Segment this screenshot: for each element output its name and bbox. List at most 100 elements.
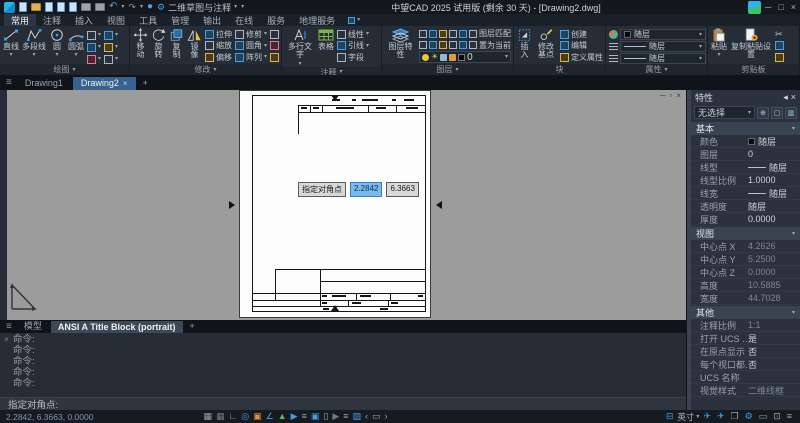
ribbon-tab-视图[interactable]: 视图: [100, 14, 132, 26]
scale-tool[interactable]: 缩放: [205, 41, 232, 51]
draw-section-label[interactable]: 绘图▾: [0, 64, 129, 75]
ribbon-display-toggle[interactable]: ▾: [342, 14, 360, 26]
pin-icon[interactable]: ◂: [783, 92, 788, 103]
fillet-tool[interactable]: 圆角▾: [235, 41, 267, 51]
property-row[interactable]: 宽度44.7028: [691, 292, 800, 305]
save-as-icon[interactable]: [57, 2, 65, 12]
auto-annotation-scale-icon[interactable]: ✈: [715, 412, 727, 421]
ribbon-tab-管理[interactable]: 管理: [164, 14, 196, 26]
edit-base-point-button[interactable]: 修改基点: [535, 28, 557, 60]
ribbon-tab-输出[interactable]: 输出: [196, 14, 228, 26]
close-tab-icon[interactable]: ×: [123, 79, 128, 88]
chevron-down-icon[interactable]: ▾: [696, 414, 699, 420]
property-row[interactable]: 在原点显示 …否: [691, 345, 800, 358]
stretch-tool[interactable]: 拉伸: [205, 29, 232, 39]
command-prompt[interactable]: 指定对角点:: [0, 398, 686, 410]
ribbon-tab-工具[interactable]: 工具: [132, 14, 164, 26]
dynamic-input-icon[interactable]: ▶: [289, 412, 300, 421]
clean-screen-icon[interactable]: ▭: [370, 412, 383, 421]
new-file-icon[interactable]: [19, 2, 27, 12]
layer-properties-button[interactable]: 图层特性: [385, 28, 416, 60]
save-icon[interactable]: [45, 2, 53, 12]
doc-tab-drawing2[interactable]: Drawing2 ×: [73, 77, 136, 90]
new-tab-button[interactable]: +: [138, 78, 153, 90]
property-row[interactable]: 透明度随层: [691, 200, 800, 213]
redo-icon[interactable]: ↷: [128, 2, 136, 13]
units-label[interactable]: 英寸: [677, 411, 694, 423]
undo-dropdown-icon[interactable]: ▾: [121, 4, 124, 10]
match-properties-tool[interactable]: [270, 29, 279, 39]
explode-tool[interactable]: [270, 52, 279, 62]
arc-button[interactable]: 圆弧 ▾: [68, 28, 84, 58]
ellipse-tool[interactable]: ▾: [104, 54, 118, 64]
layer-section-label[interactable]: 图层▾: [382, 64, 513, 75]
circle-button[interactable]: 圆 ▾: [49, 28, 65, 58]
annotation-monitor-icon[interactable]: ▶: [330, 412, 341, 421]
donut-tool[interactable]: ▾: [87, 42, 101, 52]
property-row[interactable]: 每个视口都…否: [691, 358, 800, 371]
workspace-switcher[interactable]: ⚙ 二维草图与注释 ▾: [157, 1, 237, 14]
property-row[interactable]: 线型比例1.0000: [691, 174, 800, 187]
drawing-canvas[interactable]: 指定对角点 2.2842 6.3663 ─ ▫ ×: [0, 90, 686, 320]
doc-tab-drawing1[interactable]: Drawing1: [17, 77, 71, 90]
model-tab[interactable]: 模型: [17, 318, 49, 333]
layer-unisolate-icon[interactable]: [429, 41, 437, 49]
drawing-close-button[interactable]: ×: [676, 91, 681, 100]
offset-tool[interactable]: 偏移: [205, 52, 232, 62]
panel-section-header[interactable]: 其他▾: [691, 306, 800, 319]
annotation-scale-icon[interactable]: ⊟: [664, 412, 676, 421]
table-button[interactable]: 表格: [318, 28, 334, 51]
layer-color-swatch[interactable]: [458, 54, 465, 61]
property-row[interactable]: 线型随层: [691, 161, 800, 174]
copy-button[interactable]: 复制: [169, 28, 184, 60]
layer-match-tool-icon[interactable]: [469, 30, 477, 38]
transparency-icon[interactable]: ▣: [309, 412, 322, 421]
layer-thaw-icon[interactable]: [439, 41, 447, 49]
mtext-button[interactable]: 多行文字 ▾: [285, 28, 315, 67]
selection-cycling-icon[interactable]: ▯: [321, 412, 330, 421]
layer-unlock-icon[interactable]: [449, 54, 456, 61]
drawing-restore-button[interactable]: ▫: [669, 91, 672, 100]
print-icon[interactable]: [81, 3, 91, 11]
panel-close-icon[interactable]: ×: [791, 92, 796, 102]
annotation-visibility-icon[interactable]: ✈: [701, 412, 713, 421]
layout-tab-ansi-a[interactable]: ANSI A Title Block (portrait): [51, 321, 183, 333]
property-row[interactable]: 高度10.5885: [691, 279, 800, 292]
erase-tool[interactable]: [270, 41, 279, 51]
layer-merge-icon[interactable]: [469, 41, 477, 49]
leader-tool[interactable]: 引线▾: [337, 41, 369, 51]
layer-thaw-icon[interactable]: ☀: [431, 53, 438, 61]
ribbon-tab-常用[interactable]: 常用: [4, 14, 36, 26]
command-close-icon[interactable]: ×: [0, 333, 13, 398]
format-brush-tool[interactable]: [775, 52, 784, 62]
layer-isolate-icon[interactable]: [429, 30, 437, 38]
selection-dropdown[interactable]: 无选择 ▾: [694, 106, 755, 119]
layer-set-current-label[interactable]: 置为当前: [479, 40, 511, 51]
ribbon-tab-地理服务[interactable]: 地理服务: [292, 14, 342, 26]
dynamic-ucs-icon[interactable]: ▲: [276, 412, 289, 421]
layer-selector[interactable]: ☀ 0 ▾: [419, 51, 511, 63]
close-button[interactable]: ×: [791, 2, 796, 12]
hardware-acceleration-icon[interactable]: ⚙: [743, 412, 755, 421]
hatch-tool[interactable]: ▾: [87, 54, 101, 64]
online-icon[interactable]: ●: [147, 2, 153, 12]
properties-section-label[interactable]: 属性▾: [606, 64, 707, 75]
linear-dimension-tool[interactable]: 线性▾: [337, 29, 369, 39]
object-snap-tracking-icon[interactable]: ∠: [264, 412, 276, 421]
full-screen-icon[interactable]: ⊡: [771, 412, 783, 421]
menu-icon[interactable]: ≡: [3, 321, 15, 332]
next-view-icon[interactable]: ›: [383, 412, 390, 421]
ribbon-tab-在线[interactable]: 在线: [228, 14, 260, 26]
open-file-icon[interactable]: [31, 3, 41, 11]
property-row[interactable]: 注释比例1:1: [691, 319, 800, 332]
prev-view-icon[interactable]: ‹: [363, 412, 370, 421]
define-attributes-tool[interactable]: 定义属性: [560, 52, 603, 62]
quick-select-icon[interactable]: ▥: [785, 107, 797, 119]
property-row[interactable]: UCS 名称: [691, 371, 800, 384]
property-row[interactable]: 打开 UCS …是: [691, 332, 800, 345]
isolate-objects-icon[interactable]: ▭: [757, 412, 770, 421]
field-tool[interactable]: 字段: [337, 52, 369, 62]
minimize-button[interactable]: ─: [765, 2, 771, 12]
modify-section-label[interactable]: 修改▾: [130, 64, 281, 75]
block-section-label[interactable]: 块: [514, 64, 605, 75]
